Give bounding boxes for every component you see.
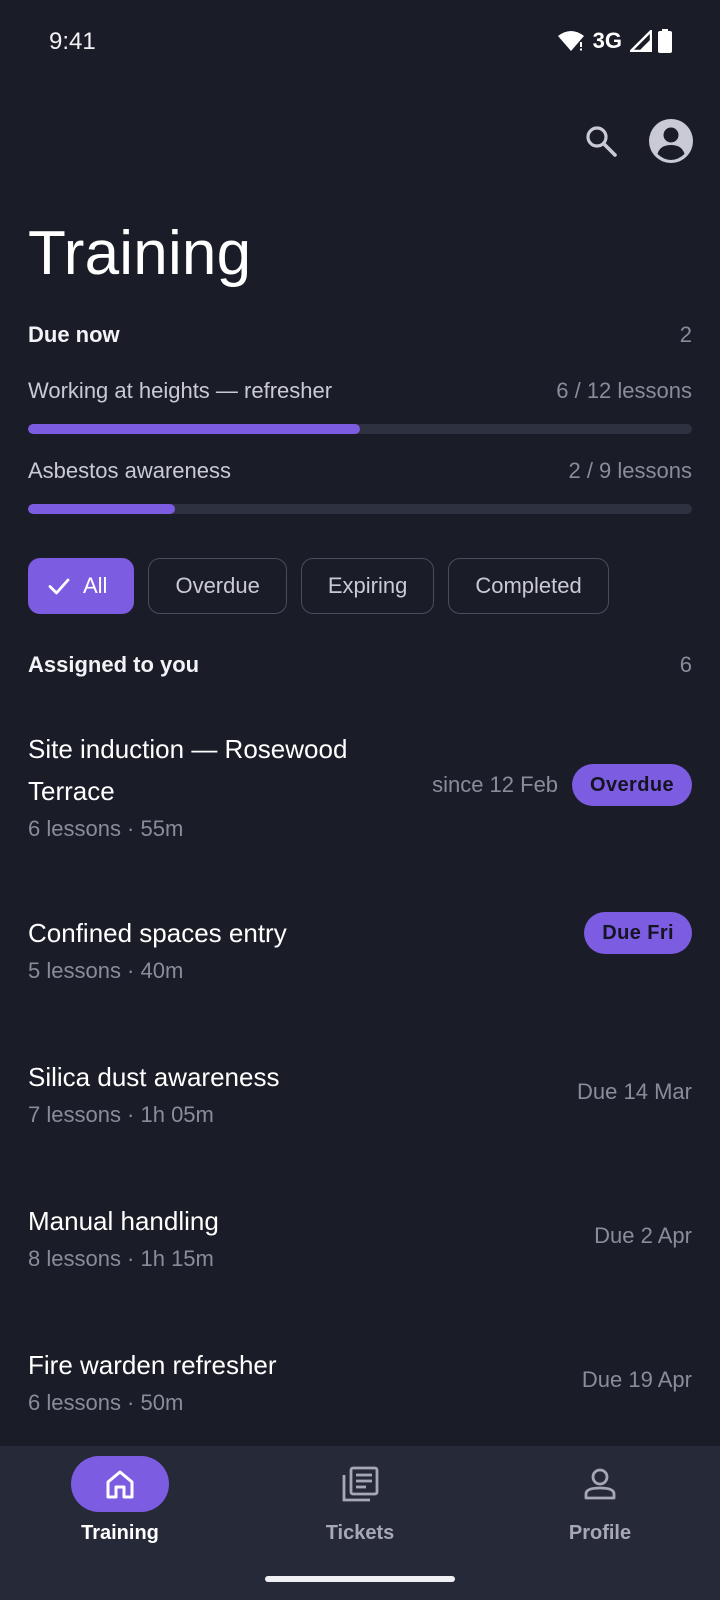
filter-chip-label: All bbox=[83, 573, 108, 598]
signal-icon bbox=[630, 30, 652, 52]
course-meta: 5 lessons · 40m bbox=[28, 958, 184, 983]
course-item[interactable]: Site induction — Rosewood Terrace 6 less… bbox=[28, 728, 692, 842]
status-icons: 3G bbox=[557, 28, 672, 54]
account-button[interactable] bbox=[648, 118, 694, 164]
assigned-count: 6 bbox=[679, 652, 692, 677]
status-time: 9:41 bbox=[49, 28, 96, 55]
due-now-count: 2 bbox=[679, 322, 692, 347]
course-item[interactable]: Confined spaces entry 5 lessons · 40m Du… bbox=[28, 912, 692, 984]
assigned-label: Assigned to you bbox=[28, 652, 200, 677]
progress-fill bbox=[28, 424, 360, 434]
course-date: Due 14 Mar bbox=[577, 1079, 692, 1104]
course-title: Manual handling bbox=[28, 1206, 219, 1236]
status-bar: 9:41 3G bbox=[0, 0, 720, 88]
filter-chip-label: Expiring bbox=[327, 573, 408, 598]
bottom-navigation: Training Tickets Profile bbox=[0, 1446, 720, 1600]
due-item-title: Working at heights — refresher bbox=[28, 378, 333, 403]
nav-item-training[interactable]: Training bbox=[0, 1456, 240, 1545]
assigned-header: Assigned to you 6 bbox=[28, 652, 692, 678]
profile-icon bbox=[584, 1468, 616, 1500]
tickets-icon bbox=[342, 1466, 379, 1502]
course-date: since 12 Feb bbox=[432, 772, 559, 797]
course-meta: 6 lessons · 55m bbox=[28, 816, 184, 841]
due-item[interactable]: Working at heights — refresher 6 / 12 le… bbox=[28, 378, 692, 434]
network-type: 3G bbox=[592, 28, 622, 53]
nav-pill bbox=[71, 1456, 169, 1512]
due-item-progress-text: 6 / 12 lessons bbox=[556, 378, 692, 403]
nav-item-profile[interactable]: Profile bbox=[480, 1456, 720, 1545]
due-item-progress-text: 2 / 9 lessons bbox=[568, 458, 692, 483]
course-meta: 8 lessons · 1h 15m bbox=[28, 1246, 214, 1271]
status-badge: Overdue bbox=[572, 764, 692, 806]
nav-pill bbox=[311, 1456, 409, 1512]
progress-track bbox=[28, 424, 692, 434]
home-icon bbox=[106, 1470, 134, 1499]
top-actions bbox=[584, 118, 694, 164]
progress-fill bbox=[28, 504, 176, 514]
nav-item-tickets[interactable]: Tickets bbox=[240, 1456, 480, 1545]
filter-chip-label: Completed bbox=[475, 573, 582, 598]
nav-label: Training bbox=[81, 1522, 159, 1544]
due-now-label: Due now bbox=[28, 322, 120, 347]
course-title: Site induction — Rosewood Terrace bbox=[28, 734, 348, 806]
filter-chip-completed[interactable]: Completed bbox=[448, 558, 609, 614]
filter-chip-overdue[interactable]: Overdue bbox=[148, 558, 287, 614]
course-title: Confined spaces entry bbox=[28, 918, 287, 948]
account-circle-icon bbox=[649, 119, 693, 163]
nav-label: Profile bbox=[568, 1522, 632, 1544]
progress-track bbox=[28, 504, 692, 514]
due-now-header: Due now 2 bbox=[28, 322, 692, 348]
filter-chips: All Overdue Expiring Completed bbox=[28, 558, 609, 614]
search-button[interactable] bbox=[584, 124, 618, 158]
wifi-icon bbox=[557, 31, 584, 51]
page-title: Training bbox=[28, 219, 252, 288]
course-item[interactable]: Fire warden refresher 6 lessons · 50m Du… bbox=[28, 1344, 692, 1416]
course-date: Due 2 Apr bbox=[594, 1223, 692, 1248]
check-icon bbox=[48, 578, 70, 595]
search-icon bbox=[586, 126, 617, 157]
filter-chip-expiring[interactable]: Expiring bbox=[300, 558, 435, 614]
course-meta: 6 lessons · 50m bbox=[28, 1390, 184, 1415]
home-indicator bbox=[265, 1576, 455, 1582]
course-item[interactable]: Silica dust awareness 7 lessons · 1h 05m… bbox=[28, 1056, 692, 1128]
status-badge: Due Fri bbox=[584, 912, 692, 954]
battery-icon bbox=[658, 29, 672, 53]
course-title: Silica dust awareness bbox=[28, 1062, 280, 1092]
due-item-title: Asbestos awareness bbox=[28, 458, 231, 483]
filter-chip-all[interactable]: All bbox=[28, 558, 135, 614]
course-date: Due 19 Apr bbox=[581, 1367, 692, 1392]
due-item[interactable]: Asbestos awareness 2 / 9 lessons bbox=[28, 458, 692, 514]
course-meta: 7 lessons · 1h 05m bbox=[28, 1102, 214, 1127]
course-title: Fire warden refresher bbox=[28, 1350, 277, 1380]
training-screen: 9:41 3G Training Due now 2 Working at he… bbox=[0, 0, 720, 1600]
course-item[interactable]: Manual handling 8 lessons · 1h 15m Due 2… bbox=[28, 1200, 692, 1272]
filter-chip-label: Overdue bbox=[175, 573, 260, 598]
nav-pill bbox=[551, 1456, 649, 1512]
nav-label: Tickets bbox=[325, 1522, 395, 1544]
